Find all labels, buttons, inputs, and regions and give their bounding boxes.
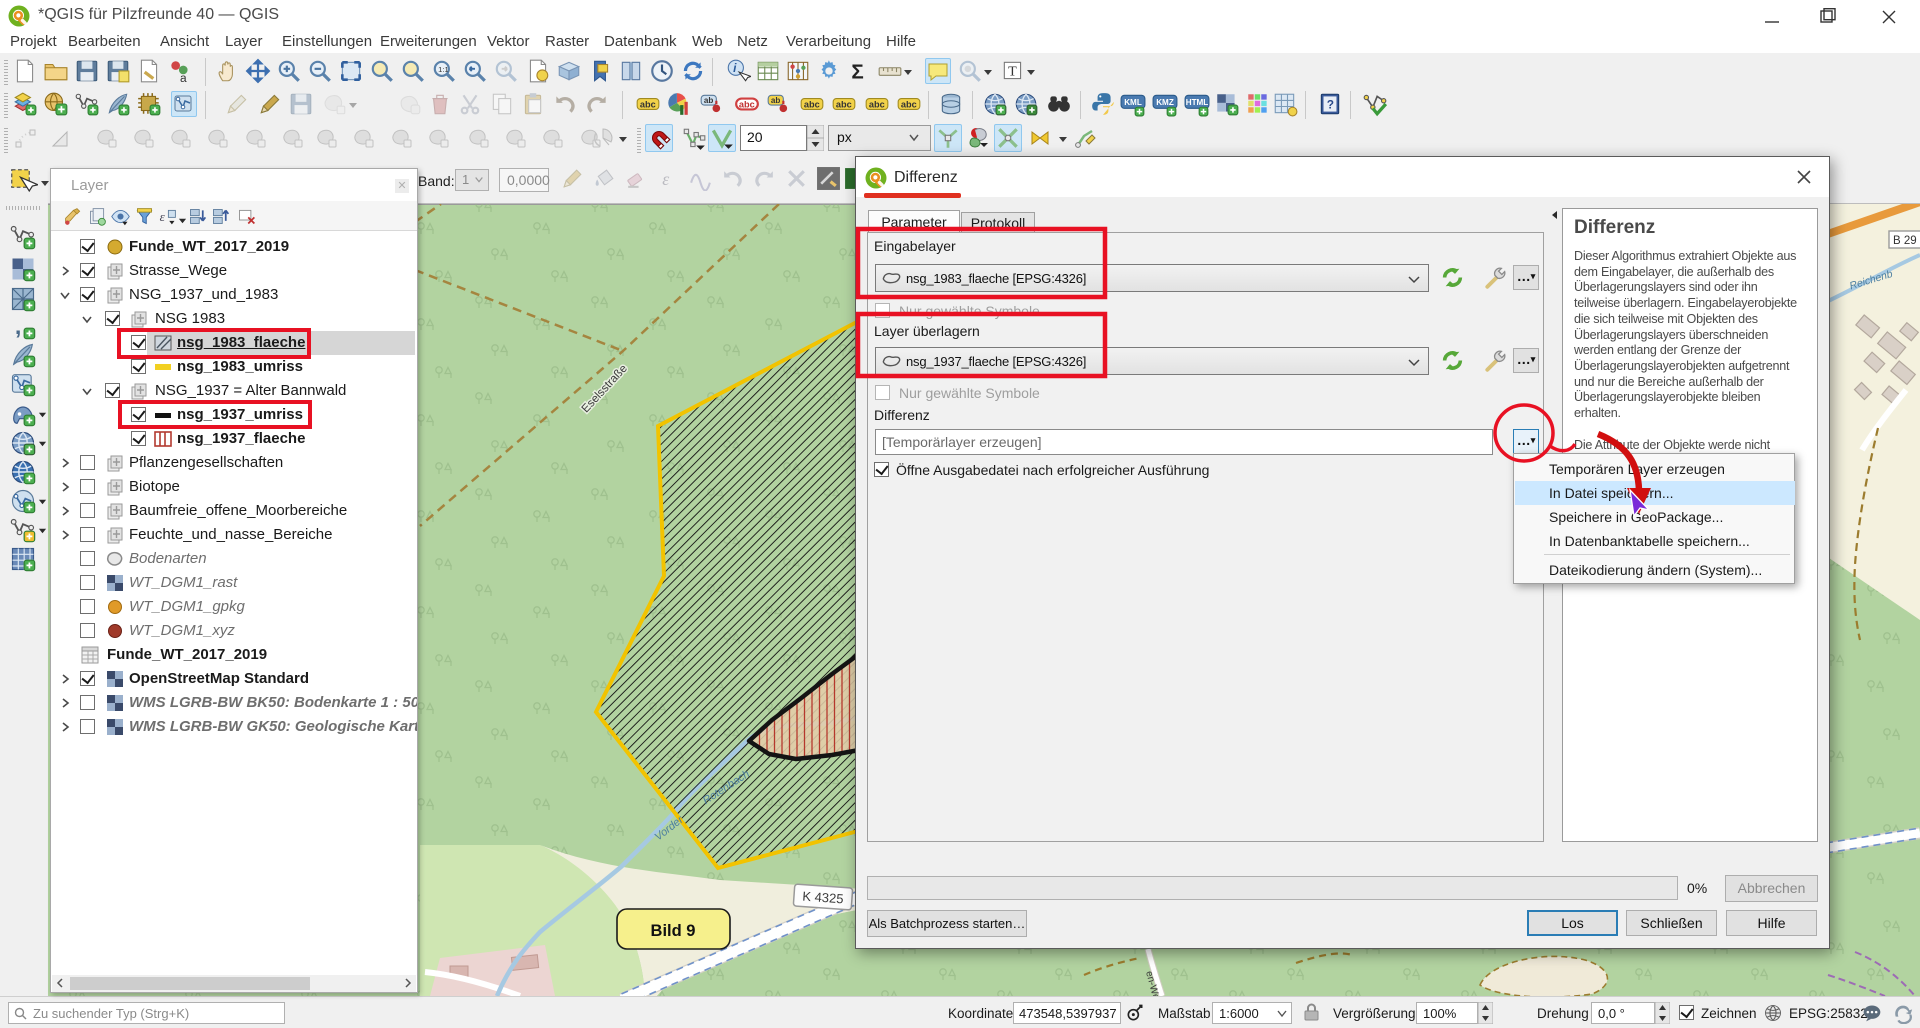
- svg-text:abc: abc: [804, 99, 820, 109]
- svg-text:abc: abc: [836, 99, 852, 109]
- svg-text:T: T: [1008, 63, 1017, 79]
- svg-text:B 29: B 29: [1893, 235, 1917, 247]
- svg-text:ab: ab: [771, 96, 781, 105]
- svg-text:ε: ε: [160, 209, 166, 224]
- svg-text:abc: abc: [739, 99, 755, 109]
- svg-text:ab: ab: [704, 96, 714, 105]
- svg-text:ε: ε: [662, 169, 669, 189]
- svg-text:HTML: HTML: [1186, 98, 1209, 107]
- svg-text:,: ,: [15, 313, 21, 339]
- svg-text:abc: abc: [869, 99, 885, 109]
- svg-text:K 4325: K 4325: [802, 889, 844, 907]
- svg-text:a: a: [180, 71, 187, 84]
- svg-text:Σ: Σ: [851, 61, 863, 84]
- svg-text:1:1: 1:1: [438, 65, 449, 74]
- svg-text:?: ?: [1327, 97, 1334, 111]
- svg-text:KMZ: KMZ: [1156, 98, 1174, 107]
- svg-text:abc: abc: [901, 99, 917, 109]
- svg-text:Bild 9: Bild 9: [651, 922, 696, 940]
- svg-text:KML: KML: [1124, 98, 1142, 107]
- svg-text:abc: abc: [640, 99, 656, 109]
